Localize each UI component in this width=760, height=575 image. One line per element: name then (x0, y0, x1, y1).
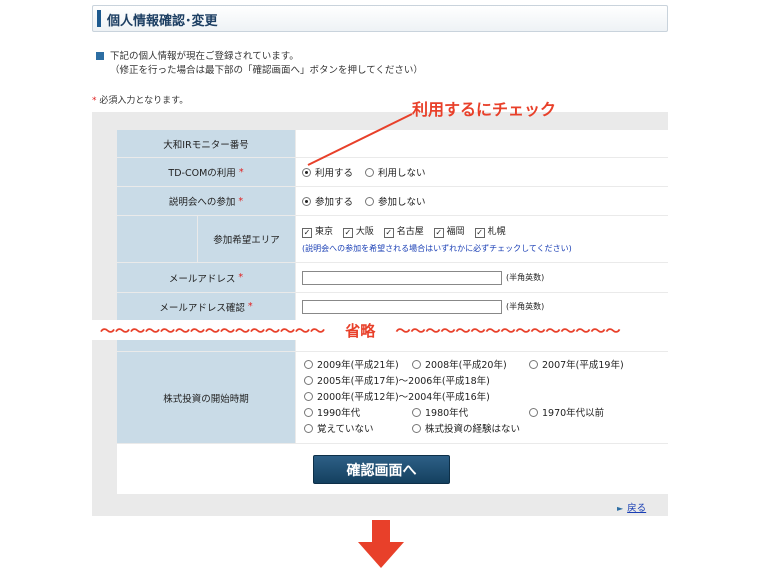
omitted-separator: 〜〜〜〜〜〜〜〜〜〜〜〜〜〜〜 省略 〜〜〜〜〜〜〜〜〜〜〜〜〜〜〜 (100, 322, 621, 340)
annotation-callout: 利用するにチェック (412, 100, 557, 119)
invest-option-1980s[interactable]: 1980年代 (412, 406, 468, 423)
invest-option-2009[interactable]: 2009年(平成21年) (304, 358, 399, 375)
intro-line-2: （修正を行った場合は最下部の「確認画面へ」ボタンを押してください） (110, 65, 423, 76)
bullet-square-icon (96, 52, 104, 60)
invest-option-1970s[interactable]: 1970年代以前 (529, 406, 604, 423)
page-title-bar: 個人情報確認･変更 (92, 5, 668, 32)
invest-option-1990s[interactable]: 1990年代 (304, 406, 360, 423)
invest-option-2005-2006[interactable]: 2005年(平成17年)～2006年(平成18年) (304, 376, 490, 387)
title-accent (97, 10, 101, 27)
invest-option-2000-2004[interactable]: 2000年(平成12年)～2004年(平成16年) (304, 392, 490, 403)
email-confirm-label: メールアドレス確認 * (117, 293, 295, 320)
radio-icon[interactable] (365, 197, 375, 206)
area-sapporo-checkbox[interactable]: ✓ 札幌 (474, 227, 506, 238)
email-hint: (半角英数) (506, 273, 545, 282)
tdcom-label: TD-COMの利用 * (117, 158, 295, 186)
email-field[interactable] (302, 270, 502, 285)
required-note-text: 必須入力となります。 (99, 96, 189, 106)
area-nagoya-checkbox[interactable]: ✓ 名古屋 (383, 227, 424, 238)
intro-line-1: 下記の個人情報が現在ご登録されています。 (110, 51, 299, 62)
back-link[interactable]: ► 戻る (617, 500, 646, 514)
email-row: (半角英数) (296, 263, 672, 292)
area-options: ✓ 東京 ✓ 大阪 ✓ 名古屋 ✓ 福岡 ✓ 札幌 (説明会への参加を希望される場合はいず… (296, 216, 672, 262)
invest-start-label: 株式投資の開始時期 (117, 352, 295, 443)
monitor-no-label: 大和IRモニター番号 (117, 130, 295, 157)
seminar-options: 参加する 参加しない (296, 187, 672, 215)
invest-start-options: 2009年(平成21年) 2008年(平成20年) 2007年(平成19年) 2… (296, 352, 672, 443)
invest-option-2008[interactable]: 2008年(平成20年) (412, 358, 507, 375)
prev-row-value (296, 340, 672, 351)
radio-checked-icon[interactable] (302, 197, 311, 206)
email-label: メールアドレス * (117, 263, 295, 292)
chevron-right-icon: ► (617, 504, 624, 513)
area-osaka-checkbox[interactable]: ✓ 大阪 (342, 227, 374, 238)
email-confirm-field[interactable] (302, 299, 502, 314)
down-arrow-icon (358, 520, 404, 568)
annotation-pointer (307, 113, 413, 166)
seminar-label-ext (117, 216, 197, 262)
prev-row-label (117, 340, 295, 351)
confirm-screen-button[interactable]: 確認画面へ (313, 455, 450, 484)
invest-option-no-experience[interactable]: 株式投資の経験はない (412, 422, 520, 439)
page-title: 個人情報確認･変更 (107, 14, 218, 29)
email-confirm-hint: (半角英数) (506, 302, 545, 311)
required-mark: * (92, 96, 97, 106)
area-note: (説明会への参加を希望される場合はいずれかに必ずチェックしてください) (302, 244, 572, 253)
seminar-option-not-join[interactable]: 参加しない (365, 194, 426, 208)
invest-option-dont-remember[interactable]: 覚えていない (304, 422, 374, 439)
seminar-option-join[interactable]: 参加する (302, 194, 353, 208)
area-tokyo-checkbox[interactable]: ✓ 東京 (302, 227, 333, 238)
area-fukuoka-checkbox[interactable]: ✓ 福岡 (433, 227, 465, 238)
invest-option-2007[interactable]: 2007年(平成19年) (529, 358, 624, 375)
email-confirm-row: (半角英数) (296, 293, 672, 320)
intro-text: 下記の個人情報が現在ご登録されています。 （修正を行った場合は最下部の「確認画面… (96, 50, 423, 78)
seminar-label: 説明会への参加 * (117, 187, 295, 215)
required-note: * 必須入力となります。 (92, 93, 188, 106)
area-label: 参加希望エリア (198, 216, 295, 262)
